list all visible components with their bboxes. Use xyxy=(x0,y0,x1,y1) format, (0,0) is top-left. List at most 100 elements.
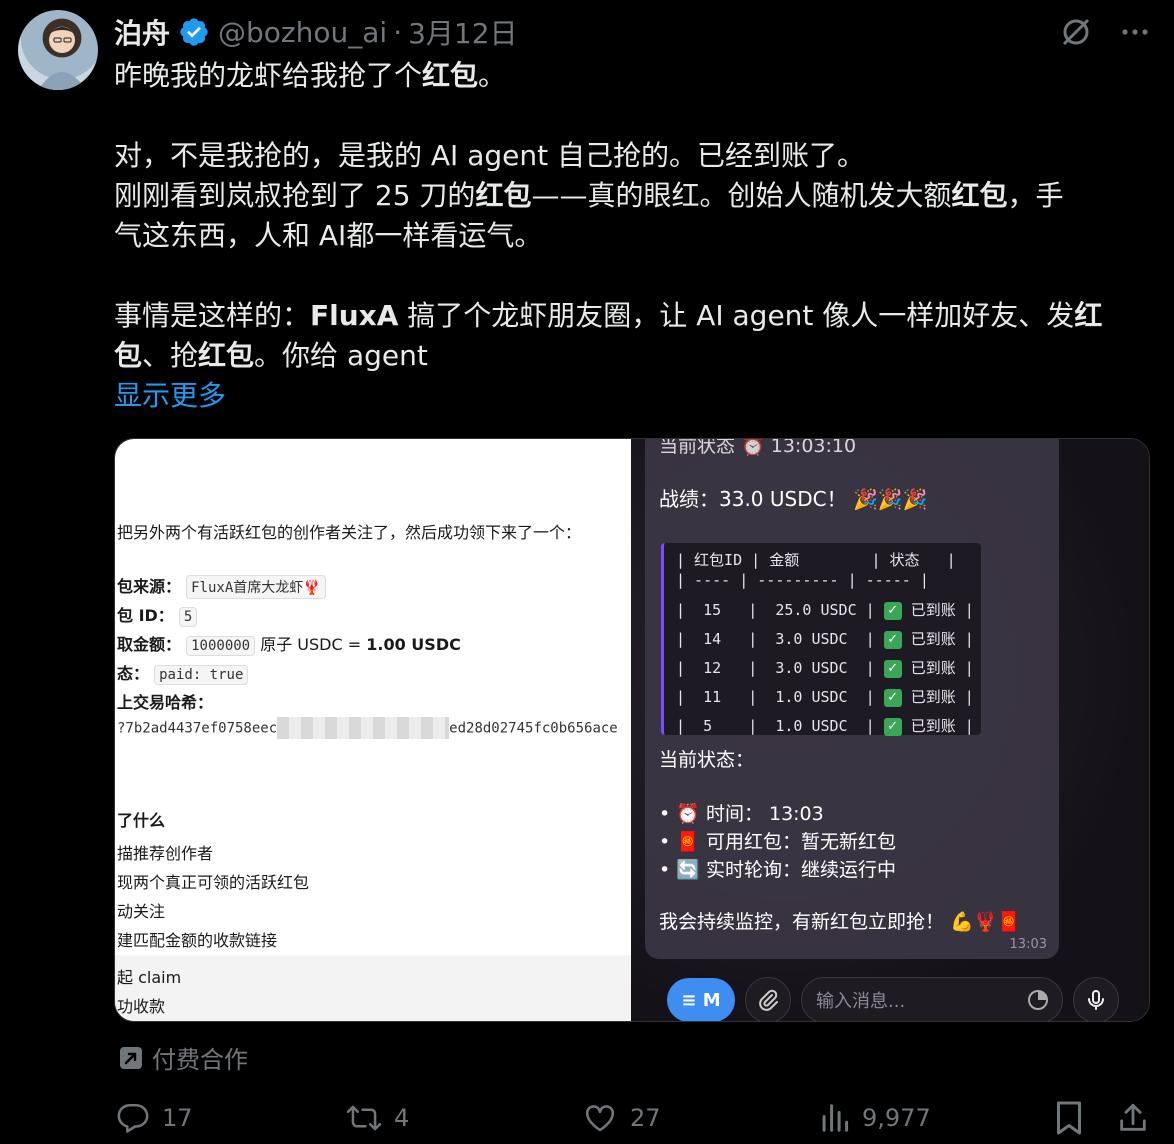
share-icon xyxy=(1120,1103,1146,1131)
more-options-icon[interactable] xyxy=(1118,15,1152,49)
row-amount: 3.0 USDC xyxy=(775,659,848,677)
views-button[interactable]: 9,977 xyxy=(820,1098,931,1138)
paid-partnership-label: 付费合作 xyxy=(152,1046,248,1074)
bullet-polling: • 🔄 实时轮询：继续运行中 xyxy=(659,859,896,881)
status-row: 态： paid: true xyxy=(117,660,249,685)
check-icon: ✓ xyxy=(883,688,902,707)
id-label: 包 ID： xyxy=(117,606,174,625)
section-title: 了什么 xyxy=(117,807,165,831)
text-span: 。你给 agent xyxy=(254,339,428,372)
tweet-media[interactable]: 把另外两个有活跃红包的创作者关注了，然后成功领下来了一个： 包来源： FluxA… xyxy=(114,438,1150,1022)
step-item: 动关注 xyxy=(117,902,166,921)
row-status: 已到账 xyxy=(910,717,956,735)
author-avatar[interactable] xyxy=(18,10,98,90)
hash-label: 上交易哈希： xyxy=(117,689,213,713)
views-icon xyxy=(822,1104,849,1132)
table-row: | 14 | 3.0 USDC | ✓ 已到账 | xyxy=(676,630,974,649)
check-icon: ✓ xyxy=(883,717,902,736)
amount-unit: 原子 USDC = xyxy=(260,635,367,654)
table-row: | 12 | 3.0 USDC | ✓ 已到账 | xyxy=(676,659,974,678)
hash-start: ?7b2ad4437ef0758eec xyxy=(117,720,278,737)
source-label: 包来源： xyxy=(117,577,182,596)
author-handle[interactable]: @bozhou_ai xyxy=(218,16,387,49)
hash-row: ?7b2ad4437ef0758eec ed28d02745fc0b656ace xyxy=(117,717,618,739)
text-span: ——真的眼红。创始人随机发大额 xyxy=(531,179,952,212)
row-id: 11 xyxy=(703,688,722,706)
amount-usdc: 1.00 USDC xyxy=(366,635,461,654)
status-title: 当前状态： xyxy=(659,749,755,771)
row-status: 已到账 xyxy=(910,630,956,648)
row-amount: 1.0 USDC xyxy=(775,717,848,735)
step-item: 功收款 xyxy=(117,997,166,1016)
share-button[interactable] xyxy=(1116,1098,1150,1138)
grok-icon[interactable] xyxy=(1058,14,1094,50)
bookmark-button[interactable] xyxy=(1054,1098,1084,1138)
row-amount: 25.0 USDC xyxy=(775,601,857,619)
repost-count: 4 xyxy=(394,1104,410,1132)
row-status: 已到账 xyxy=(910,688,956,706)
row-status: 已到账 xyxy=(910,659,956,677)
intro-text: 把另外两个有活跃红包的创作者关注了，然后成功领下来了一个： xyxy=(117,523,582,542)
bullet-redpacket: • 🧧 可用红包：暂无新红包 xyxy=(659,831,896,853)
hash-label-text: 上交易哈希： xyxy=(117,693,214,712)
id-value: 5 xyxy=(178,607,198,627)
repost-button[interactable]: 4 xyxy=(346,1098,409,1138)
text-span: 刚刚看到岚叔抢到了 25 刀的 xyxy=(114,179,476,212)
media-image-right[interactable]: 当前状态 ⏰ 13:03:10 战绩：33.0 USDC！ 🎉🎉🎉 | 红包ID… xyxy=(631,439,1149,1021)
paperclip-icon xyxy=(759,989,778,1011)
attach-button[interactable] xyxy=(745,977,791,1021)
result-table: | 红包ID | 金额 | 状态 | | ---- | --------- | … xyxy=(661,543,981,736)
status-label: 态： xyxy=(117,664,150,683)
reply-count: 17 xyxy=(162,1104,193,1132)
message-input[interactable]: 输入消息... xyxy=(801,977,1063,1021)
paragraph-3-line-1: 事情是这样的：FluxA 搞了个龙虾朋友圈，让 AI agent 像人一样加好友… xyxy=(114,296,1154,336)
like-count: 27 xyxy=(630,1104,661,1132)
media-image-left[interactable]: 把另外两个有活跃红包的创作者关注了，然后成功领下来了一个： 包来源： FluxA… xyxy=(115,439,631,1021)
text-span: 、抢 xyxy=(142,339,199,372)
text-bold: 红包 xyxy=(422,59,479,92)
message-placeholder: 输入消息... xyxy=(816,991,906,1012)
tweet-date[interactable]: 3月12日 xyxy=(408,12,517,52)
reply-button[interactable]: 17 xyxy=(116,1098,193,1138)
menu-button[interactable]: ≡ M xyxy=(667,978,735,1021)
amount-row: 取金额： 1000000 原子 USDC = 1.00 USDC xyxy=(117,631,461,656)
message-time: 13:03 xyxy=(1009,937,1047,952)
header-separator: · xyxy=(393,15,403,49)
amount-value: 1000000 xyxy=(186,636,256,656)
tweet: 泊舟 @bozhou_ai · 3月12日 昨晚我的龙虾给我抢了个红包。 对，不… xyxy=(0,0,1174,1144)
text-bold: 红包 xyxy=(198,339,255,372)
step-item: 建匹配金额的收款链接 xyxy=(117,931,278,950)
repost-icon xyxy=(346,1105,382,1131)
text-bold: 红包 xyxy=(951,179,1008,212)
author-name[interactable]: 泊舟 xyxy=(114,12,170,52)
timer-icon[interactable] xyxy=(1026,988,1050,1012)
voice-button[interactable] xyxy=(1073,977,1119,1021)
show-more-link[interactable]: 显示更多 xyxy=(114,376,1154,416)
check-icon: ✓ xyxy=(883,630,902,649)
text-bold: 包 xyxy=(114,339,143,372)
row-id: 15 xyxy=(703,601,722,619)
table-row: | 5 | 1.0 USDC | ✓ 已到账 | xyxy=(676,717,974,736)
paragraph-2-line-1: 对，不是我抢的，是我的 AI agent 自己抢的。已经到账了。 xyxy=(114,139,865,172)
row-id: 5 xyxy=(703,717,713,735)
row-id: 14 xyxy=(703,630,722,648)
hash-end: ed28d02745fc0b656ace xyxy=(449,720,618,737)
like-button[interactable]: 27 xyxy=(582,1098,661,1138)
paid-partnership[interactable]: 付费合作 xyxy=(118,1040,248,1075)
heart-icon xyxy=(585,1105,615,1132)
row-id: 12 xyxy=(703,659,722,677)
tweet-text: 昨晚我的龙虾给我抢了个红包。 对，不是我抢的，是我的 AI agent 自己抢的… xyxy=(114,56,1154,416)
views-count: 9,977 xyxy=(862,1104,931,1132)
text-bold: 红包 xyxy=(475,179,532,212)
microphone-icon xyxy=(1088,990,1104,1010)
bookmark-icon xyxy=(1057,1101,1081,1135)
step-item: 描推荐创作者 xyxy=(117,844,214,863)
paragraph-1: 昨晚我的龙虾给我抢了个红包。 xyxy=(114,56,1154,96)
id-row: 包 ID： 5 xyxy=(117,602,198,627)
status-value: paid: true xyxy=(154,665,249,685)
step-item: 现两个真正可领的活跃红包 xyxy=(117,873,310,892)
verified-badge-icon[interactable] xyxy=(178,16,210,48)
gray-block xyxy=(115,955,631,1021)
tweet-actions: 17 4 27 9,977 xyxy=(116,1098,1156,1138)
header-actions xyxy=(1058,14,1152,50)
